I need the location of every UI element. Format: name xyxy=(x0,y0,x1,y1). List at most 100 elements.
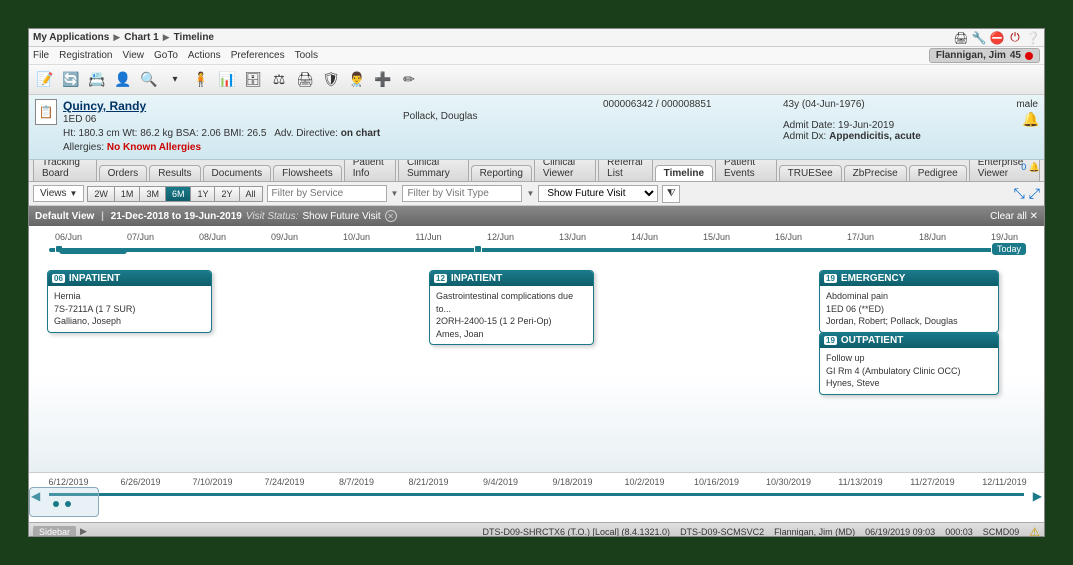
tool-note-icon[interactable]: 📝 xyxy=(33,68,57,92)
tab-zbprecise[interactable]: ZbPrecise xyxy=(844,165,907,181)
chevron-icon: ▶ xyxy=(163,32,170,43)
range-3m[interactable]: 3M xyxy=(139,186,166,202)
timeline-area: 06/Jun07/Jun08/Jun09/Jun10/Jun11/Jun12/J… xyxy=(29,226,1044,472)
event-card-inpatient[interactable]: 12INPATIENT Gastrointestinal complicatio… xyxy=(429,270,594,345)
tool-body-icon[interactable]: 🧍 xyxy=(189,68,213,92)
menu-preferences[interactable]: Preferences xyxy=(231,50,285,61)
clipboard-icon: 📋 xyxy=(35,99,57,125)
tool-search-icon[interactable]: 🔍 xyxy=(137,68,161,92)
tab-documents[interactable]: Documents xyxy=(203,165,272,181)
tab-results[interactable]: Results xyxy=(149,165,200,181)
printer-icon[interactable]: 🖨 xyxy=(954,31,968,45)
tool-add-icon[interactable]: ➕ xyxy=(371,68,395,92)
card-type: INPATIENT xyxy=(451,273,502,284)
tool-print-icon[interactable]: 🖨 xyxy=(293,68,317,92)
crumb-chart[interactable]: Chart 1 xyxy=(124,32,158,43)
bottom-status-bar: Sidebar ▶ DTS-D09-SHRCTX6 (T.O.) [Local]… xyxy=(29,522,1044,537)
range-2w[interactable]: 2W xyxy=(87,186,115,202)
sidebar-button[interactable]: Sidebar xyxy=(33,526,76,538)
patient-name[interactable]: Quincy, Randy xyxy=(63,99,403,113)
mini-tick: 10/2/2019 xyxy=(624,477,664,487)
tab-pedigree[interactable]: Pedigree xyxy=(909,165,967,181)
card-line: Jordan, Robert; Pollack, Douglas xyxy=(826,315,992,328)
timeline-tick: 18/Jun xyxy=(919,232,946,242)
sidebar-arrow-icon[interactable]: ▶ xyxy=(80,526,87,537)
tab-orders[interactable]: Orders xyxy=(99,165,148,181)
event-card-inpatient[interactable]: 06INPATIENT Hernia 7S-7211A (1 7 SUR) Ga… xyxy=(47,270,212,333)
card-type: EMERGENCY xyxy=(841,273,905,284)
tab-timeline[interactable]: Timeline xyxy=(655,165,713,181)
chevron-down-icon[interactable]: ▼ xyxy=(526,189,534,198)
tool-card-icon[interactable]: 📇 xyxy=(85,68,109,92)
mini-track[interactable] xyxy=(49,493,1024,496)
tab-reporting[interactable]: Reporting xyxy=(471,165,532,181)
mini-tick: 11/13/2019 xyxy=(838,477,882,487)
menu-tools[interactable]: Tools xyxy=(295,50,318,61)
card-line: 7S-7211A (1 7 SUR) xyxy=(54,303,205,316)
visit-span xyxy=(59,248,127,254)
status-datetime: 06/19/2019 09:03 xyxy=(865,527,935,537)
mini-event-dots xyxy=(53,501,71,507)
range-1m[interactable]: 1M xyxy=(114,186,141,202)
tool-down-icon[interactable]: ▾ xyxy=(163,68,187,92)
menu-view[interactable]: View xyxy=(122,50,144,61)
range-6m[interactable]: 6M xyxy=(165,186,192,202)
crumb-apps[interactable]: My Applications xyxy=(33,32,109,43)
menu-actions[interactable]: Actions xyxy=(188,50,221,61)
visit-status-select[interactable]: Show Future Visit xyxy=(538,185,658,202)
menu-registration[interactable]: Registration xyxy=(59,50,112,61)
shrink-icon[interactable]: ⤡ xyxy=(1014,185,1025,202)
status-user: Flannigan, Jim (MD) xyxy=(774,527,855,537)
card-line: Hernia xyxy=(54,290,205,303)
attending-provider: Pollack, Douglas xyxy=(403,99,603,155)
card-date: 06 xyxy=(52,274,65,283)
filter-service-input[interactable] xyxy=(267,185,387,202)
visit-status-value: Show Future Visit xyxy=(302,211,380,222)
clear-all-button[interactable]: Clear all ✕ xyxy=(990,211,1038,222)
tool-shield-icon[interactable]: 🛡 xyxy=(319,68,343,92)
event-card-outpatient[interactable]: 19OUTPATIENT Follow up GI Rm 4 (Ambulato… xyxy=(819,332,999,395)
user-name: Flannigan, Jim xyxy=(936,50,1006,61)
scroll-right-icon[interactable]: ▶ xyxy=(1033,489,1042,503)
timeline-tick: 08/Jun xyxy=(199,232,226,242)
tool-scale-icon[interactable]: ⚖ xyxy=(267,68,291,92)
bell-icon[interactable]: 🔔 xyxy=(1022,111,1038,127)
stop-icon[interactable]: ⛔ xyxy=(990,31,1004,45)
filter-visit-type-input[interactable] xyxy=(402,185,522,202)
timeline-tick: 13/Jun xyxy=(559,232,586,242)
power-icon[interactable]: ⏻ xyxy=(1008,31,1022,45)
views-button[interactable]: Views ▼ xyxy=(33,185,84,202)
tool-chart-icon[interactable]: 📊 xyxy=(215,68,239,92)
tool-bin-icon[interactable]: 🗄 xyxy=(241,68,265,92)
tool-refresh-icon[interactable]: 🔄 xyxy=(59,68,83,92)
status-warning-icon[interactable]: ⚠ xyxy=(1029,525,1040,538)
funnel-icon[interactable]: ⧨ xyxy=(662,185,680,203)
menu-file[interactable]: File xyxy=(33,50,49,61)
user-badge[interactable]: Flannigan, Jim 45 xyxy=(929,48,1040,63)
tools-icon[interactable]: 🔧 xyxy=(972,31,986,45)
tool-patient-icon[interactable]: 👤 xyxy=(111,68,135,92)
timeline-tick: 15/Jun xyxy=(703,232,730,242)
range-1y[interactable]: 1Y xyxy=(190,186,215,202)
event-card-emergency[interactable]: 19EMERGENCY Abdominal pain 1ED 06 (**ED)… xyxy=(819,270,999,333)
adv-dir-value: on chart xyxy=(341,128,380,139)
clear-visit-status-icon[interactable]: ✕ xyxy=(385,210,397,222)
tool-person-icon[interactable]: 👨‍⚕️ xyxy=(345,68,369,92)
menu-goto[interactable]: GoTo xyxy=(154,50,178,61)
range-2y[interactable]: 2Y xyxy=(214,186,239,202)
tab-truesee[interactable]: TRUESee xyxy=(779,165,842,181)
range-all[interactable]: All xyxy=(239,186,263,202)
crumb-timeline[interactable]: Timeline xyxy=(174,32,214,43)
timeline-tick: 06/Jun xyxy=(55,232,82,242)
admit-date: Admit Date: 19-Jun-2019 xyxy=(783,120,973,131)
timeline-tick: 16/Jun xyxy=(775,232,802,242)
help-icon[interactable]: ❔ xyxy=(1026,31,1040,45)
card-line: 1ED 06 (**ED) xyxy=(826,303,992,316)
adv-dir-label: Adv. Directive: xyxy=(274,128,338,139)
tool-edit-icon[interactable]: ✏ xyxy=(397,68,421,92)
expand-icon[interactable]: ⤢ xyxy=(1029,185,1040,202)
notification-badge[interactable]: 0 🔔 xyxy=(1021,162,1040,173)
tab-flowsheets[interactable]: Flowsheets xyxy=(273,165,342,181)
chevron-down-icon[interactable]: ▼ xyxy=(391,189,399,198)
chevron-icon: ▶ xyxy=(113,32,120,43)
